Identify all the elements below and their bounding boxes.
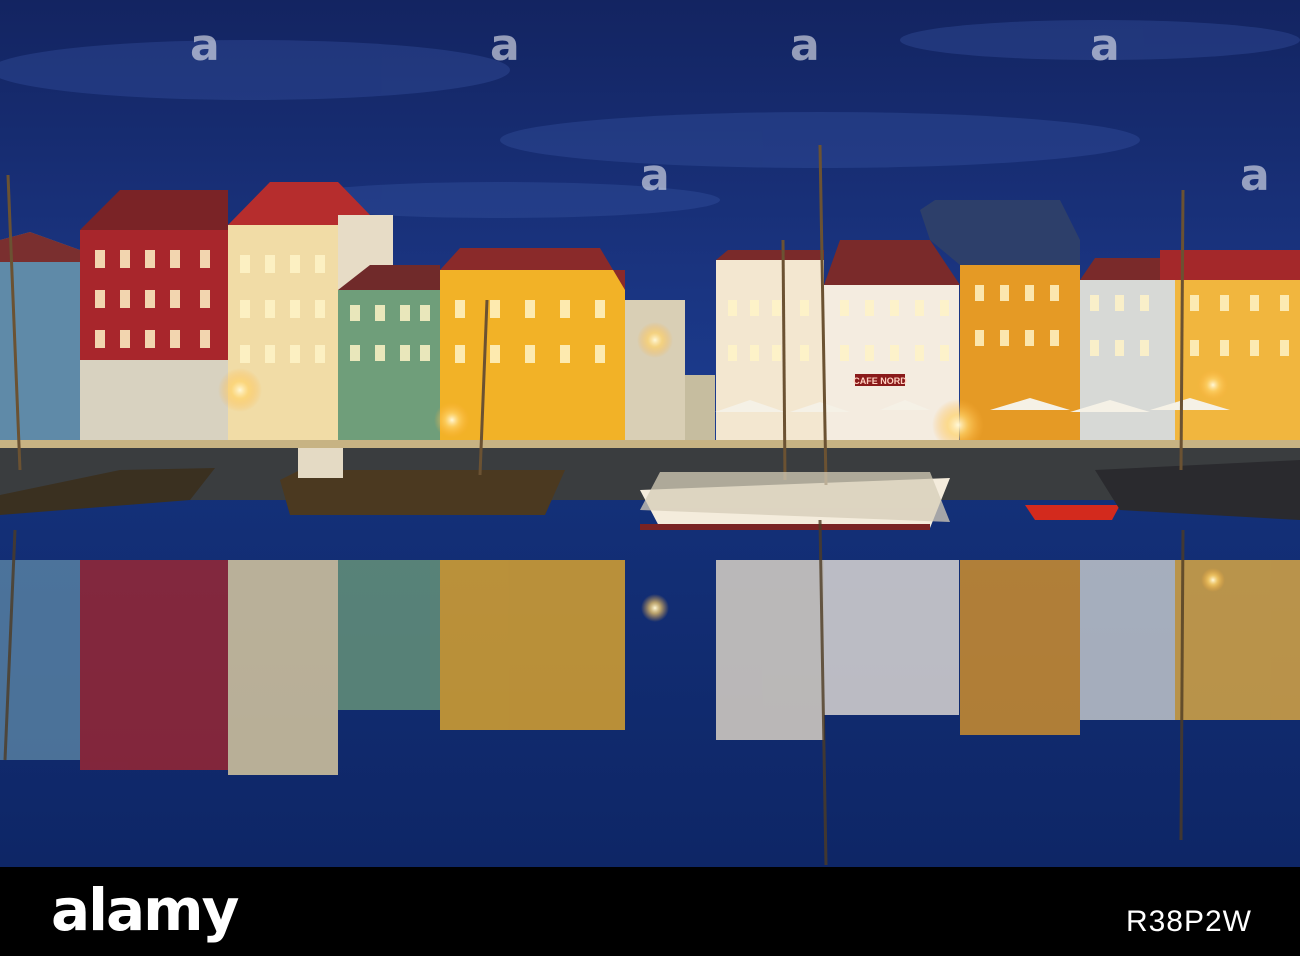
- red-dinghy: [1025, 505, 1120, 520]
- alamy-logo-text: alamy: [51, 876, 239, 944]
- alamy-logo[interactable]: alamy: [51, 875, 239, 945]
- image-id: R38P2W: [1125, 905, 1252, 938]
- footer-bar: alamy R38P2W: [0, 867, 1300, 956]
- harbor-night-photo: CAFE NORD: [0, 0, 1300, 867]
- cafe-sign: CAFE NORD: [853, 376, 907, 386]
